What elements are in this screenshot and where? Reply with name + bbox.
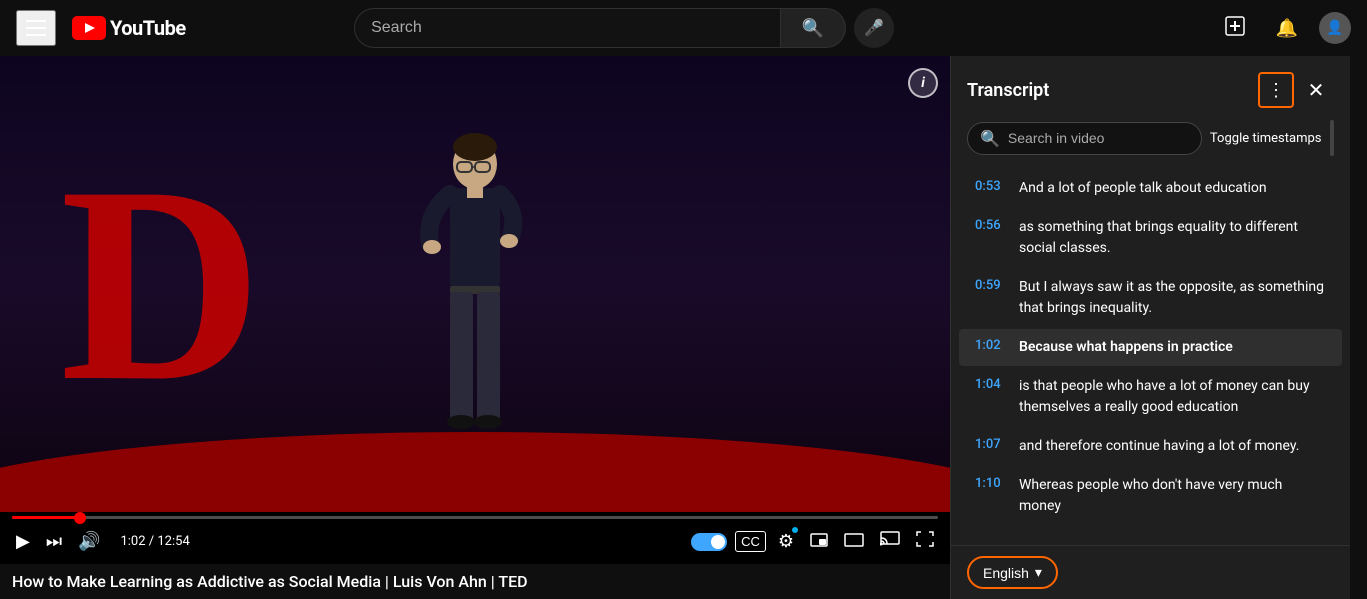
captions-button[interactable]: CC: [735, 531, 766, 552]
search-icon: 🔍: [802, 18, 824, 39]
create-button[interactable]: [1215, 8, 1255, 48]
transcript-item[interactable]: 0:53 And a lot of people talk about educ…: [959, 170, 1342, 207]
transcript-header: Transcript ⋮ ✕: [951, 56, 1350, 120]
play-button[interactable]: ▶: [12, 527, 34, 556]
transcript-close-button[interactable]: ✕: [1298, 72, 1334, 108]
transcript-timestamp: 0:53: [975, 178, 1007, 199]
video-title-bar: How to Make Learning as Addictive as Soc…: [0, 564, 950, 599]
chevron-down-icon: ▾: [1035, 564, 1042, 581]
info-button[interactable]: i: [908, 68, 938, 98]
transcript-timestamp: 1:04: [975, 376, 1007, 418]
search-button[interactable]: 🔍: [781, 8, 846, 48]
volume-button[interactable]: 🔊: [74, 527, 104, 556]
transcript-timestamp: 0:56: [975, 217, 1007, 259]
language-selector: English ▾: [951, 545, 1350, 599]
transcript-search-input[interactable]: [1008, 130, 1189, 146]
youtube-icon: [72, 16, 106, 40]
mic-icon: 🎤: [864, 18, 884, 38]
transcript-items: 0:53 And a lot of people talk about educ…: [951, 168, 1350, 545]
fullscreen-icon: [916, 531, 934, 552]
video-background: D: [0, 56, 950, 512]
miniplayer-button[interactable]: [806, 527, 832, 556]
video-title: How to Make Learning as Addictive as Soc…: [12, 572, 938, 591]
video-wrapper[interactable]: D: [0, 56, 950, 512]
transcript-timestamp: 1:02: [975, 337, 1007, 358]
youtube-logo[interactable]: YouTube: [72, 16, 186, 40]
transcript-header-actions: ⋮ ✕: [1258, 72, 1334, 108]
info-icon: i: [921, 75, 925, 91]
settings-icon: ⚙: [778, 531, 794, 552]
transcript-item[interactable]: 0:56 as something that brings equality t…: [959, 209, 1342, 267]
transcript-search-bar: 🔍: [967, 122, 1202, 155]
transcript-more-button[interactable]: ⋮: [1258, 72, 1294, 108]
presenter-figure: [385, 114, 565, 454]
video-controls: ▶ ⏭ 🔊 1:02 / 12:54: [0, 512, 950, 564]
transcript-item-text: Because what happens in practice: [1019, 337, 1233, 358]
transcript-item[interactable]: 1:07 and therefore continue having a lot…: [959, 428, 1342, 465]
timestamp-toggle-button[interactable]: [1330, 120, 1335, 156]
transcript-item[interactable]: 1:04 is that people who have a lot of mo…: [959, 368, 1342, 426]
transcript-panel: Transcript ⋮ ✕ 🔍 Toggle timestamps 0:53: [950, 56, 1350, 599]
settings-button[interactable]: ⚙: [774, 527, 798, 556]
main-content: D: [0, 56, 1367, 599]
cc-icon: CC: [741, 534, 760, 549]
miniplayer-icon: [810, 531, 828, 552]
cast-icon: [880, 531, 900, 552]
transcript-timestamp: 1:10: [975, 475, 1007, 517]
volume-icon: 🔊: [78, 531, 100, 552]
transcript-item-text: But I always saw it as the opposite, as …: [1019, 277, 1326, 319]
create-icon: [1224, 15, 1246, 42]
search-container: 🔍 🎤: [354, 8, 894, 48]
transcript-timestamp: 0:59: [975, 277, 1007, 319]
header: YouTube 🔍 🎤 🔔 👤: [0, 0, 1367, 56]
header-right: 🔔 👤: [1215, 8, 1351, 48]
transcript-search-icon: 🔍: [980, 129, 1000, 148]
language-label: English: [983, 565, 1029, 581]
mic-button[interactable]: 🎤: [854, 8, 894, 48]
fullscreen-button[interactable]: [912, 527, 938, 556]
more-dots-icon: ⋮: [1267, 80, 1285, 101]
transcript-item-text: And a lot of people talk about education: [1019, 178, 1267, 199]
transcript-title: Transcript: [967, 80, 1049, 101]
youtube-wordmark: YouTube: [110, 16, 186, 40]
transcript-timestamp: 1:07: [975, 436, 1007, 457]
notifications-button[interactable]: 🔔: [1267, 8, 1307, 48]
autoplay-toggle[interactable]: [691, 533, 727, 551]
transcript-item-text: is that people who have a lot of money c…: [1019, 376, 1326, 418]
play-icon: ▶: [16, 531, 30, 552]
transcript-item[interactable]: 1:10 Whereas people who don't have very …: [959, 467, 1342, 525]
cast-button[interactable]: [876, 527, 904, 556]
transcript-item[interactable]: 0:59 But I always saw it as the opposite…: [959, 269, 1342, 327]
transcript-item-text: and therefore continue having a lot of m…: [1019, 436, 1299, 457]
next-icon: ⏭: [46, 531, 62, 552]
next-button[interactable]: ⏭: [42, 527, 66, 556]
theater-button[interactable]: [840, 527, 868, 556]
header-left: YouTube: [16, 10, 186, 46]
bell-icon: 🔔: [1276, 18, 1298, 39]
search-bar: [354, 8, 781, 48]
progress-bar[interactable]: [12, 516, 938, 519]
settings-badge-dot: [792, 527, 798, 533]
menu-button[interactable]: [16, 10, 56, 46]
search-input[interactable]: [355, 9, 780, 47]
controls-row: ▶ ⏭ 🔊 1:02 / 12:54: [12, 527, 938, 556]
video-section: D: [0, 56, 950, 599]
timestamp-toggle-label: Toggle timestamps: [1210, 131, 1322, 146]
transcript-search-row: 🔍 Toggle timestamps: [951, 120, 1350, 168]
close-icon: ✕: [1308, 78, 1325, 103]
avatar[interactable]: 👤: [1319, 12, 1351, 44]
transcript-item[interactable]: 1:02 Because what happens in practice: [959, 329, 1342, 366]
controls-right: CC ⚙: [691, 527, 938, 556]
presenter-area: [0, 56, 950, 512]
transcript-item-text: Whereas people who don't have very much …: [1019, 475, 1326, 517]
progress-dot: [74, 512, 86, 524]
theater-icon: [844, 531, 864, 552]
language-button[interactable]: English ▾: [967, 556, 1058, 589]
transcript-item-text: as something that brings equality to dif…: [1019, 217, 1326, 259]
time-display: 1:02 / 12:54: [120, 534, 189, 549]
